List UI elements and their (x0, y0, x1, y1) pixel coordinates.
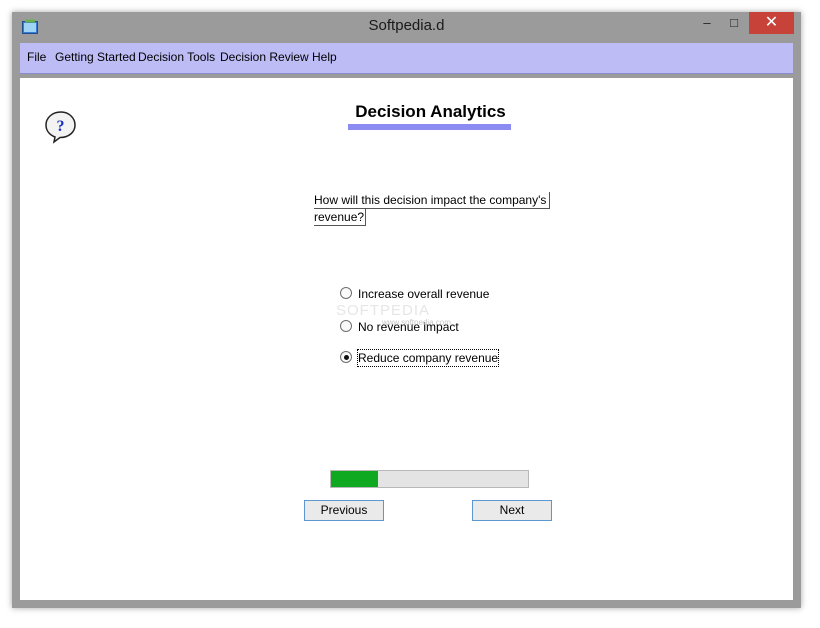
progress-fill (331, 471, 379, 487)
radio-dot (344, 355, 349, 360)
menu-help[interactable]: Help (312, 50, 337, 64)
option-label: Reduce company revenue (356, 349, 500, 367)
content-area: ? Decision Analytics How will this decis… (20, 78, 793, 600)
option-label: No revenue impact (358, 320, 459, 334)
menu-file[interactable]: File (27, 50, 46, 64)
question-line-2: revenue? (314, 209, 367, 226)
app-window: Softpedia.d – □ ✕ File Getting Started D… (12, 12, 801, 608)
option-label: Increase overall revenue (358, 287, 490, 301)
question-text: How will this decision impact the compan… (314, 192, 566, 226)
title-bar[interactable]: Softpedia.d – □ ✕ (12, 12, 801, 41)
minimize-button[interactable]: – (694, 12, 720, 34)
page-title: Decision Analytics (355, 102, 506, 121)
progress-bar (330, 470, 529, 488)
title-underline (348, 124, 511, 130)
window-title: Softpedia.d (368, 17, 445, 34)
radio-circle[interactable] (340, 287, 352, 299)
radio-circle-selected[interactable] (340, 351, 352, 363)
menu-decision-review[interactable]: Decision Review (220, 50, 309, 64)
menu-getting-started[interactable]: Getting Started (55, 50, 136, 64)
close-button[interactable]: ✕ (749, 12, 794, 34)
previous-button[interactable]: Previous (304, 500, 384, 521)
menu-decision-tools[interactable]: Decision Tools (138, 50, 215, 64)
watermark-text: SOFTPEDIA (336, 302, 431, 319)
next-button[interactable]: Next (472, 500, 552, 521)
radio-circle[interactable] (340, 320, 352, 332)
question-line-1: How will this decision impact the compan… (314, 192, 551, 209)
question-icon[interactable]: ? (44, 110, 78, 144)
svg-text:?: ? (57, 118, 65, 135)
maximize-button[interactable]: □ (721, 12, 747, 34)
menu-bar: File Getting Started Decision Tools Deci… (20, 43, 793, 74)
